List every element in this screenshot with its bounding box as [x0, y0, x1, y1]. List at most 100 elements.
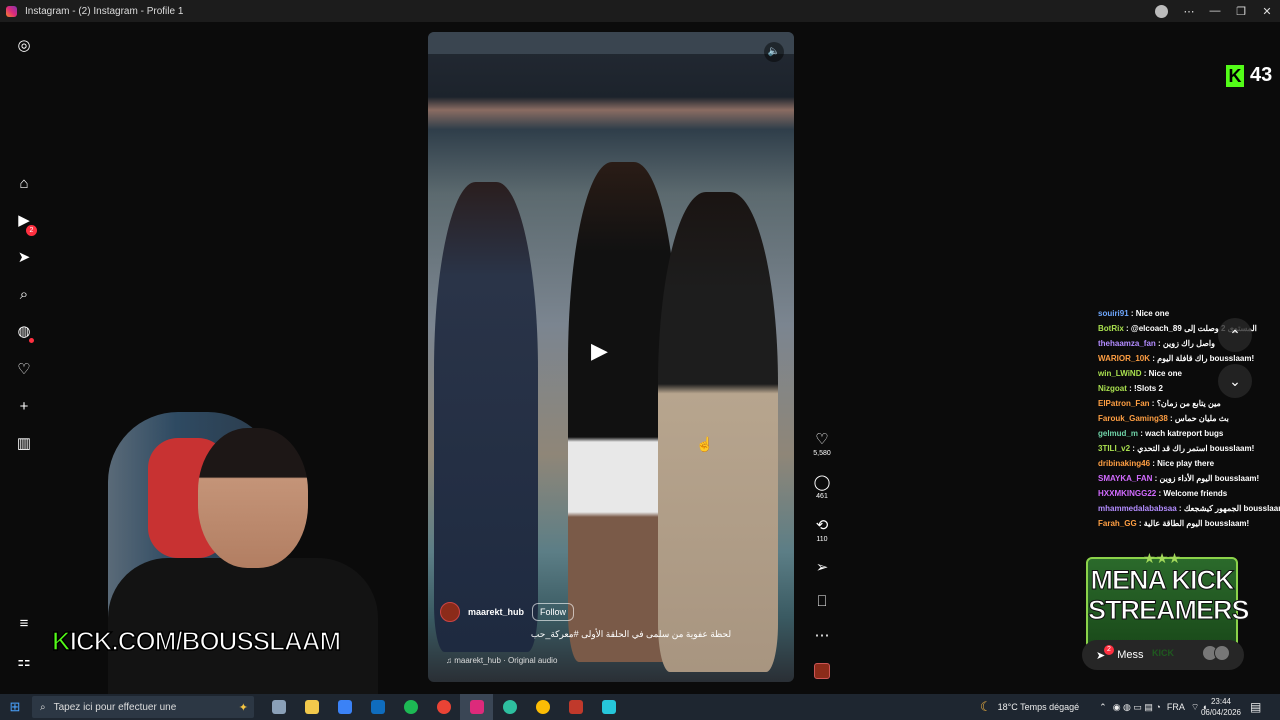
notifications-icon[interactable]: ♡	[14, 359, 34, 379]
chat-message: dribinaking46 : Nice play there	[1098, 456, 1280, 471]
tray-overflow-icon[interactable]: ⌃	[1099, 702, 1107, 713]
search-icon[interactable]: ⌕	[14, 284, 34, 304]
file-explorer-icon[interactable]	[295, 694, 328, 720]
share-button[interactable]: ➢	[808, 558, 836, 576]
chat-message: SMAYKA_FAN : اليوم الأداء زوين bousslaam…	[1098, 471, 1280, 486]
chat-message: BotRix : @elcoach_89 المستوى 2 وصلت إلى	[1098, 321, 1280, 336]
chat-username[interactable]: ElPatron_Fan	[1098, 399, 1150, 408]
home-icon[interactable]: ⌂	[14, 173, 34, 193]
task-view-icon[interactable]	[262, 694, 295, 720]
chat-message: win_LWiND : Nice one	[1098, 366, 1280, 381]
stream-chat: souiri91 : Nice one BotRix : @elcoach_89 …	[1098, 306, 1280, 546]
chat-separator: :	[1167, 414, 1175, 423]
chat-username[interactable]: Farouk_Gaming38	[1098, 414, 1168, 423]
streamer-head	[198, 428, 308, 568]
chat-username[interactable]: WARIOR_10K	[1098, 354, 1150, 363]
store-icon[interactable]	[328, 694, 361, 720]
instagram-sidebar: ◎ ⌂ ▶ ➤ ⌕ ◍ ♡ + ▥ ≡ ⚏	[0, 22, 48, 694]
weather-text[interactable]: 18°C Temps dégagé	[998, 702, 1080, 712]
search-placeholder: Tapez ici pour effectuer une	[53, 701, 177, 713]
chat-username[interactable]: 3TILI_v2	[1098, 444, 1130, 453]
messages-icon[interactable]: ➤	[14, 247, 34, 267]
repost-button[interactable]: ⟲ 110	[808, 516, 836, 543]
scroll-up-button[interactable]: ⌃	[1218, 318, 1252, 352]
taskbar-search[interactable]: ⌕ Tapez ici pour effectuer une ✦	[32, 696, 254, 718]
maximize-button[interactable]: ❐	[1228, 5, 1254, 18]
minimize-button[interactable]: —	[1202, 5, 1228, 17]
reel-video[interactable]: 🔈 ▶ ☝ maarekt_hub Follow لحظة عفوية من س…	[428, 32, 794, 682]
chat-message: Farah_GG : اليوم الطاقة عالية bousslaam!	[1098, 516, 1280, 531]
language-indicator[interactable]: FRA	[1167, 702, 1185, 712]
chrome-profile-icon[interactable]	[526, 694, 559, 720]
like-button[interactable]: ♡ 5,580	[808, 430, 836, 457]
chat-username[interactable]: SMAYKA_FAN	[1098, 474, 1152, 483]
chat-username[interactable]: souiri91	[1098, 309, 1129, 318]
save-button[interactable]: ⎕	[808, 593, 836, 610]
media-app-icon[interactable]	[559, 694, 592, 720]
chat-separator: :	[1126, 384, 1134, 393]
chat-separator: :	[1155, 339, 1163, 348]
more-menu-icon[interactable]: ≡	[14, 613, 34, 633]
kick-tag: KICK	[1152, 648, 1174, 658]
author-handle[interactable]: maarekt_hub	[468, 607, 524, 617]
copilot-icon[interactable]: ✦	[239, 701, 248, 714]
tool-app-icon[interactable]	[592, 694, 625, 720]
chat-text: اليوم الطاقة عالية bousslaam!	[1143, 519, 1250, 528]
chat-username[interactable]: Farah_GG	[1098, 519, 1137, 528]
also-from-meta-icon[interactable]: ⚏	[14, 651, 34, 671]
more-button[interactable]: ⋯	[808, 626, 836, 644]
chat-username[interactable]: dribinaking46	[1098, 459, 1150, 468]
instagram-logo-icon[interactable]: ◎	[14, 35, 34, 55]
window-controls: ⋯ — ❐ ✕	[1147, 0, 1280, 22]
chat-username[interactable]: win_LWiND	[1098, 369, 1141, 378]
close-button[interactable]: ✕	[1254, 5, 1280, 18]
chat-separator: :	[1136, 519, 1144, 528]
reel-audio[interactable]: ♫ maarekt_hub · Original audio	[446, 656, 557, 665]
clock-time: 23:44	[1210, 697, 1232, 706]
author-avatar[interactable]	[440, 602, 460, 622]
chrome-icon[interactable]	[427, 694, 460, 720]
chat-username[interactable]: BotRix	[1098, 324, 1124, 333]
instagram-app-icon[interactable]	[460, 694, 493, 720]
chat-text: مين يتابع من زمان؟	[1156, 399, 1221, 408]
more-options-button[interactable]: ⋯	[1176, 5, 1202, 18]
scroll-down-button[interactable]: ⌄	[1218, 364, 1252, 398]
spotify-icon[interactable]	[394, 694, 427, 720]
chat-text: Nice play there	[1157, 459, 1215, 468]
mute-toggle-icon[interactable]: 🔈	[764, 42, 784, 62]
play-icon[interactable]: ▶	[591, 338, 608, 364]
badge-line-1: MENA KICK	[1090, 565, 1235, 596]
messages-pill-badge: 2	[1104, 645, 1114, 655]
search-icon: ⌕	[40, 701, 46, 713]
chat-username[interactable]: mhammedalababsaa	[1098, 504, 1177, 513]
profile-avatar[interactable]	[1155, 4, 1168, 18]
badge-stars: ★★★	[1143, 550, 1181, 566]
audio-thumbnail[interactable]	[814, 663, 830, 679]
chat-username[interactable]: HXXMKINGG22	[1098, 489, 1156, 498]
clock-date: 06/04/2026	[1200, 708, 1242, 717]
chat-text: wach katreport bugs	[1145, 429, 1224, 438]
create-icon[interactable]: +	[14, 396, 34, 416]
tray-icons[interactable]: ◉ ◍ ▭ ▤ ◔	[1113, 702, 1161, 713]
chat-text: Nice one	[1148, 369, 1182, 378]
video-person-right	[658, 192, 778, 672]
outlook-icon[interactable]	[361, 694, 394, 720]
heart-icon: ♡	[815, 431, 829, 448]
chat-message: 3TILI_v2 : استمر راك قد التحدي bousslaam…	[1098, 441, 1280, 456]
notification-icon[interactable]: ▤	[1250, 700, 1261, 714]
edge-icon[interactable]	[493, 694, 526, 720]
system-tray: ☾ 18°C Temps dégagé ⌃ ◉ ◍ ▭ ▤ ◔ FRA ⌔ ◖	[980, 694, 1207, 720]
follow-button[interactable]: Follow	[532, 603, 575, 621]
comment-count: 461	[816, 493, 828, 500]
bookmark-icon: ⎕	[817, 593, 827, 610]
notifications-dot	[29, 338, 34, 343]
dashboard-icon[interactable]: ▥	[14, 433, 34, 453]
windows-start-icon[interactable]: ⊞	[0, 699, 30, 715]
taskbar-clock[interactable]: 23:44 06/04/2026	[1198, 696, 1244, 718]
chat-username[interactable]: Nizgoat	[1098, 384, 1127, 393]
chat-username[interactable]: thehaamza_fan	[1098, 339, 1156, 348]
comment-button[interactable]: ◯ 461	[808, 473, 836, 500]
chat-message: HXXMKINGG22 : Welcome friends	[1098, 486, 1280, 501]
chat-username[interactable]: gelmud_m	[1098, 429, 1138, 438]
chat-separator: :	[1141, 369, 1149, 378]
